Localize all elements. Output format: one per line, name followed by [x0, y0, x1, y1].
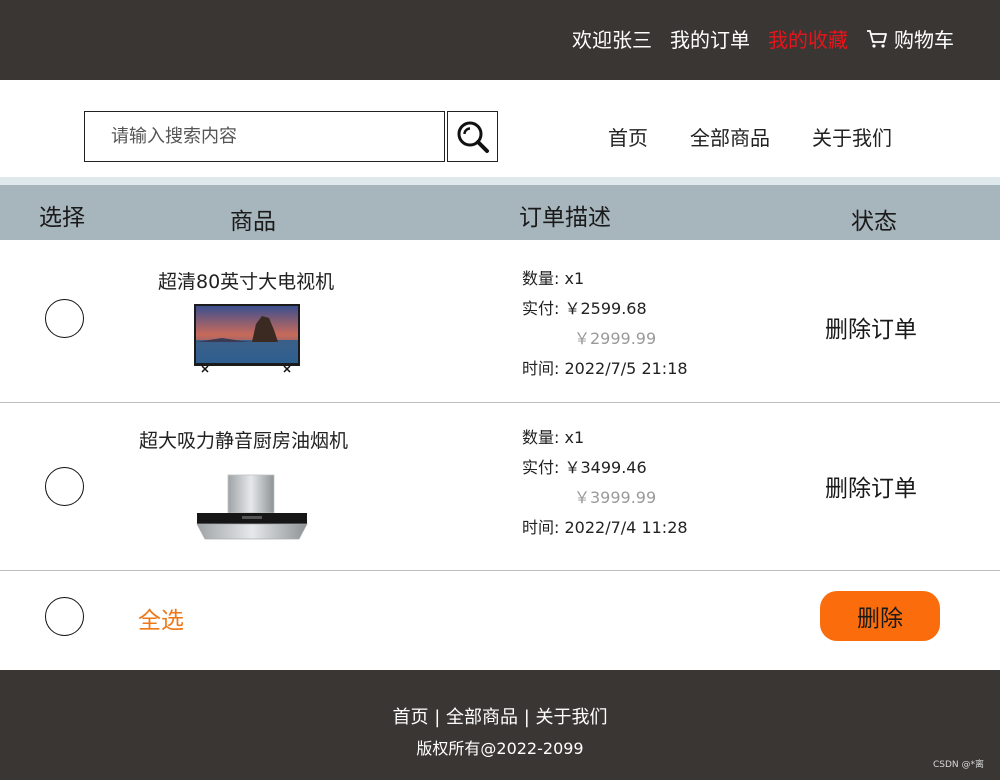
table-row: 超大吸力静音厨房油烟机 数量: x1 实付: ￥3499.46 ￥3999.99… [0, 403, 1000, 571]
table-row: 超清80英寸大电视机 数量: x1 实付: ￥2599.68 ￥2999.99 … [0, 240, 1000, 403]
order-description: 数量: x1 实付: ￥3499.46 ￥3999.99 时间: 2022/7/… [522, 423, 688, 543]
table-header: 选择 商品 订单描述 状态 [0, 185, 1000, 240]
delete-button[interactable]: 删除 [820, 591, 940, 641]
product-name: 超清80英寸大电视机 [158, 271, 335, 293]
tv-image[interactable] [192, 302, 302, 374]
delete-order-button[interactable]: 删除订单 [825, 310, 917, 344]
product-name: 超大吸力静音厨房油烟机 [139, 430, 349, 452]
time-label: 时间: [522, 518, 560, 537]
top-bar: 欢迎张三 我的订单 我的收藏 购物车 [0, 0, 1000, 80]
search-input[interactable] [84, 111, 445, 162]
select-all-label[interactable]: 全选 [138, 601, 184, 635]
qty-label: 数量: [522, 269, 560, 288]
watermark: CSDN @*离 [932, 760, 984, 770]
qty-value: x1 [564, 428, 585, 447]
time-value: 2022/7/5 21:18 [564, 359, 688, 378]
divider-strip [0, 177, 1000, 185]
column-description: 订单描述 [519, 205, 611, 231]
paid-value: ￥3499.46 [564, 458, 647, 477]
welcome-text: 欢迎张三 [572, 28, 652, 52]
paid-value: ￥2599.68 [564, 299, 647, 318]
qty-label: 数量: [522, 428, 560, 447]
my-favorites-link[interactable]: 我的收藏 [768, 24, 848, 53]
nav-home[interactable]: 首页 [608, 122, 648, 151]
bottom-actions: 全选 删除 [0, 571, 1000, 670]
column-status: 状态 [851, 209, 897, 235]
delete-order-button[interactable]: 删除订单 [825, 469, 917, 503]
time-label: 时间: [522, 359, 560, 378]
original-price: ￥2999.99 [574, 329, 657, 348]
row-select-checkbox[interactable] [45, 299, 84, 338]
select-all-checkbox[interactable] [45, 597, 84, 636]
copyright: 版权所有@2022-2099 [416, 739, 584, 758]
cart-icon [867, 29, 887, 48]
header: 首页 全部商品 关于我们 [0, 80, 1000, 177]
nav-all-products[interactable]: 全部商品 [690, 122, 770, 151]
time-value: 2022/7/4 11:28 [564, 518, 688, 537]
paid-label: 实付: [522, 299, 560, 318]
footer-links[interactable]: 首页 | 全部商品 | 关于我们 [0, 703, 1000, 729]
original-price: ￥3999.99 [574, 488, 657, 507]
search-icon [457, 121, 489, 153]
search-button[interactable] [447, 111, 498, 162]
my-orders-link[interactable]: 我的订单 [670, 24, 750, 53]
order-description: 数量: x1 实付: ￥2599.68 ￥2999.99 时间: 2022/7/… [522, 264, 688, 384]
main-nav: 首页 全部商品 关于我们 [608, 122, 892, 151]
qty-value: x1 [564, 269, 585, 288]
paid-label: 实付: [522, 458, 560, 477]
cart-label: 购物车 [894, 28, 954, 52]
cart-link[interactable]: 购物车 [866, 24, 954, 53]
nav-about[interactable]: 关于我们 [812, 122, 892, 151]
column-product: 商品 [230, 209, 276, 235]
column-select: 选择 [39, 205, 85, 231]
footer: 首页 | 全部商品 | 关于我们 版权所有@2022-2099 CSDN @*离 [0, 670, 1000, 780]
range-hood-image[interactable] [195, 473, 309, 543]
row-select-checkbox[interactable] [45, 467, 84, 506]
top-nav: 欢迎张三 我的订单 我的收藏 购物车 [572, 24, 954, 53]
